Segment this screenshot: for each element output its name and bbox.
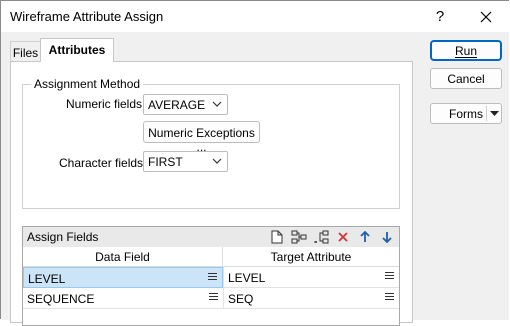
help-icon: ? xyxy=(435,8,445,25)
assign-fields-toolbar: Assign Fields xyxy=(23,227,399,248)
list-menu-icon[interactable] xyxy=(385,271,394,280)
list-menu-icon[interactable] xyxy=(209,292,218,301)
forms-button[interactable]: Forms xyxy=(430,103,502,124)
assign-fields-title: Assign Fields xyxy=(27,230,99,244)
table-row-data-field[interactable]: SEQUENCE xyxy=(23,288,223,309)
data-field-value: LEVEL xyxy=(28,272,66,286)
tab-attributes[interactable]: Attributes xyxy=(40,38,114,62)
numeric-fields-label: Numeric fields xyxy=(66,97,143,111)
move-down-button[interactable] xyxy=(379,229,395,245)
run-label: Run xyxy=(454,44,477,58)
cancel-label: Cancel xyxy=(447,72,485,86)
dialog-body: Files Attributes Assignment Method Numer… xyxy=(1,32,509,326)
forms-label: Forms xyxy=(449,107,483,121)
arrow-down-icon xyxy=(382,232,392,243)
delete-row-button[interactable] xyxy=(335,229,351,245)
dialog-window: Wireframe Attribute Assign ? Files Attri… xyxy=(0,0,509,326)
new-document-icon xyxy=(271,230,283,244)
numeric-fields-select[interactable]: AVERAGE xyxy=(143,94,228,115)
target-attribute-value: LEVEL xyxy=(228,271,266,285)
table-row-target[interactable]: LEVEL xyxy=(223,267,399,288)
data-field-value: SEQUENCE xyxy=(27,292,95,306)
cancel-button[interactable]: Cancel xyxy=(430,68,502,89)
table-row-data-field[interactable]: LEVEL xyxy=(23,267,223,288)
insert-row-button[interactable] xyxy=(291,229,307,245)
caret-down-icon[interactable] xyxy=(490,110,499,117)
numeric-exceptions-button[interactable]: Numeric Exceptions ... xyxy=(143,121,260,154)
numeric-fields-value: AVERAGE xyxy=(148,98,206,112)
tree-append-icon xyxy=(314,230,329,244)
table-row-target[interactable]: SEQ xyxy=(223,288,399,309)
move-up-button[interactable] xyxy=(357,229,373,245)
forms-divider xyxy=(486,106,487,121)
list-menu-icon[interactable] xyxy=(385,292,394,301)
close-button[interactable] xyxy=(463,1,509,32)
chevron-down-icon xyxy=(212,158,222,164)
target-attribute-value: SEQ xyxy=(228,292,254,306)
new-row-button[interactable] xyxy=(269,229,285,245)
character-fields-label: Character fields xyxy=(59,156,144,170)
chevron-down-icon xyxy=(212,101,222,107)
character-fields-value: FIRST xyxy=(148,155,183,169)
assignment-method-legend: Assignment Method xyxy=(31,77,144,91)
help-button[interactable]: ? xyxy=(417,1,463,32)
list-menu-icon[interactable] xyxy=(208,272,217,281)
attributes-panel: Assignment Method Numeric fields AVERAGE… xyxy=(10,61,413,326)
column-header-data-field[interactable]: Data Field xyxy=(23,247,223,267)
arrow-up-icon xyxy=(360,231,370,242)
character-fields-select[interactable]: FIRST xyxy=(143,151,228,172)
delete-icon xyxy=(338,232,348,242)
assign-fields-grid: Assign Fields Data Field Target Attribut… xyxy=(22,226,400,326)
column-header-target-attribute[interactable]: Target Attribute xyxy=(223,247,399,267)
tree-insert-icon xyxy=(291,230,307,244)
close-icon xyxy=(480,11,492,22)
window-title: Wireframe Attribute Assign xyxy=(10,9,164,24)
run-button[interactable]: Run xyxy=(430,40,502,61)
append-row-button[interactable] xyxy=(313,229,329,245)
title-bar: Wireframe Attribute Assign ? xyxy=(1,1,509,32)
tab-files[interactable]: Files xyxy=(10,41,41,61)
